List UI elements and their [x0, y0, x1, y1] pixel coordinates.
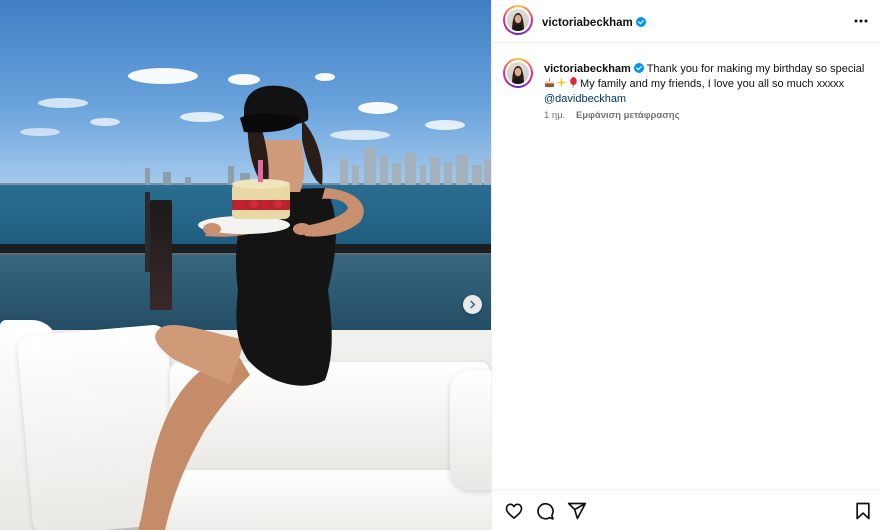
caption-username[interactable]: victoriabeckham — [544, 63, 631, 75]
post-details-panel: victoriabeckham victoriabeckham Thank yo… — [491, 0, 880, 530]
comment-icon[interactable] — [535, 501, 555, 521]
header-username[interactable]: victoriabeckham — [542, 17, 633, 29]
balloon-emoji — [570, 77, 577, 88]
caption-avatar[interactable] — [503, 58, 533, 88]
time-ago: 1 ημ. — [544, 110, 566, 121]
more-options-icon[interactable] — [853, 13, 869, 29]
verified-badge-icon — [635, 17, 646, 27]
avatar[interactable] — [503, 5, 533, 35]
caption-text: Thank you for making my birthday so spec… — [646, 63, 865, 75]
post-photo[interactable] — [0, 0, 491, 530]
post-caption: victoriabeckham Thank you for making my … — [544, 62, 874, 107]
sparkles-emoji — [556, 77, 567, 88]
post-meta: 1 ημ. Εμφάνιση μετάφρασης — [544, 110, 680, 121]
avatar-image — [507, 62, 529, 84]
share-icon[interactable] — [567, 501, 587, 521]
bookmark-icon[interactable] — [853, 501, 873, 521]
cake-emoji — [544, 78, 555, 88]
profile-photo — [512, 66, 524, 84]
profile-photo — [512, 13, 524, 31]
see-translation-button[interactable]: Εμφάνιση μετάφρασης — [576, 110, 680, 121]
avatar-image — [507, 9, 529, 31]
chevron-right-icon — [470, 300, 476, 309]
next-photo-button[interactable] — [463, 295, 482, 314]
caption-line-2: My family and my friends, I love you all… — [580, 78, 845, 90]
heart-icon[interactable] — [504, 501, 524, 521]
action-bar — [492, 489, 880, 530]
verified-badge-icon — [633, 63, 644, 73]
post-header: victoriabeckham — [492, 0, 880, 43]
woman-with-cake — [138, 85, 364, 530]
mention-link[interactable]: @davidbeckham — [544, 93, 626, 105]
